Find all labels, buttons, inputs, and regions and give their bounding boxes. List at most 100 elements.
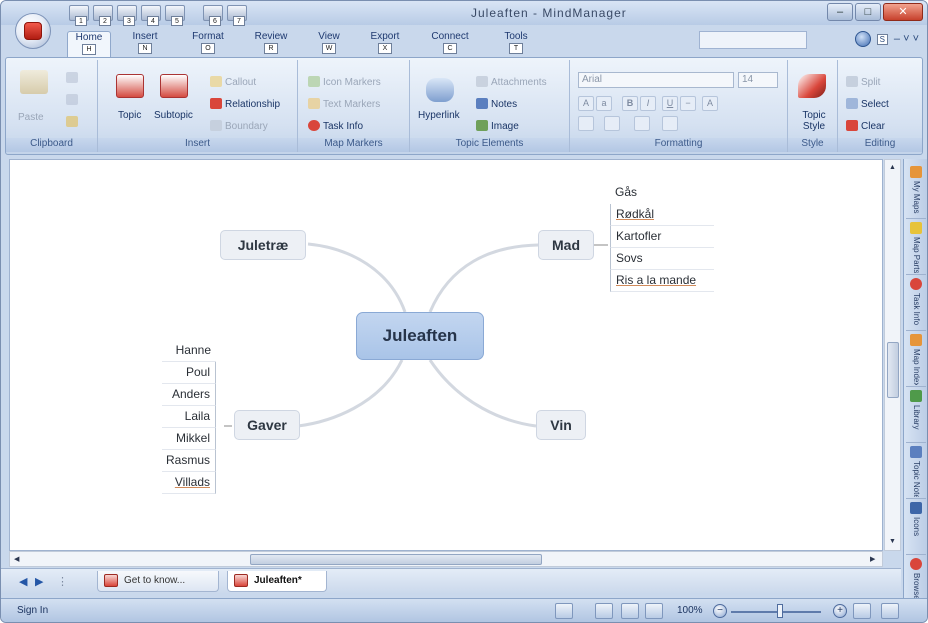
subtopic-item[interactable]: Laila (162, 406, 216, 428)
vertical-scrollbar[interactable]: ▲ ▼ (884, 159, 901, 551)
italic-icon[interactable]: I (640, 96, 656, 111)
open-icon[interactable]: 3 (117, 5, 137, 26)
side-tab-map-parts[interactable]: Map Parts (906, 219, 926, 275)
strikethrough-icon[interactable]: − (680, 96, 696, 111)
ribbon-search-box[interactable] (699, 31, 807, 49)
minimize-button[interactable]: – (827, 3, 853, 21)
side-tab-map-index[interactable]: Map Index (906, 331, 926, 387)
horizontal-scrollbar[interactable]: ◀ ▶ (9, 551, 883, 567)
tab-insert[interactable]: Insert N (125, 31, 165, 57)
topic-gaver[interactable]: Gaver (234, 410, 300, 440)
copy-icon[interactable] (66, 94, 78, 105)
zoom-out-icon[interactable]: − (713, 604, 727, 618)
subtopic-item[interactable]: Hanne (162, 340, 216, 362)
topic-juletrae[interactable]: Juletræ (220, 230, 306, 260)
bold-icon[interactable]: B (622, 96, 638, 111)
font-color-icon[interactable]: A (702, 96, 718, 111)
undo-icon[interactable]: 5 (165, 5, 185, 26)
close-button[interactable]: ✕ (883, 3, 923, 21)
topic-button[interactable]: Topic (118, 110, 141, 121)
forward-arrow-icon[interactable]: ▶ (35, 575, 43, 588)
help-icon[interactable] (854, 31, 871, 47)
shape-icon[interactable] (662, 116, 678, 131)
sign-in-button[interactable]: Sign In (17, 605, 48, 616)
split-button[interactable]: Split (846, 76, 880, 88)
side-tab-my-maps[interactable]: My Maps (906, 163, 926, 219)
customize-icon[interactable]: 7 (227, 5, 247, 26)
central-topic[interactable]: Juleaften (356, 312, 484, 360)
tab-view[interactable]: View W (311, 31, 347, 57)
side-tab-task-info[interactable]: Task Info (906, 275, 926, 331)
underline-icon[interactable]: U (662, 96, 678, 111)
new-map-icon[interactable]: 2 (93, 5, 113, 26)
doc-tab-get-to-know[interactable]: Get to know... (97, 571, 219, 592)
format-painter-icon[interactable] (66, 116, 78, 127)
tab-list-icon[interactable]: ⋮ (57, 575, 68, 588)
subtopic-item[interactable]: Mikkel (162, 428, 216, 450)
cut-icon[interactable] (66, 72, 78, 83)
subtopic-item[interactable]: Rasmus (162, 450, 216, 472)
tab-home[interactable]: Home H (67, 31, 111, 57)
application-button[interactable] (15, 13, 51, 49)
side-tab-library[interactable]: Library (906, 387, 926, 443)
font-size-select[interactable]: 14 (738, 72, 778, 88)
redo-icon[interactable]: 6 (203, 5, 223, 26)
tab-connect[interactable]: Connect C (425, 31, 475, 57)
topic-style-button[interactable]: Topic Style (794, 110, 834, 132)
tab-format[interactable]: Format O (185, 31, 231, 57)
notes-button[interactable]: Notes (476, 98, 517, 110)
clear-button[interactable]: Clear (846, 120, 885, 132)
boundary-button[interactable]: Boundary (210, 120, 268, 132)
maximize-button[interactable]: □ (855, 3, 881, 21)
topic-mad[interactable]: Mad (538, 230, 594, 260)
icon-markers-button[interactable]: Icon Markers (308, 76, 381, 88)
subtopic-item[interactable]: Anders (162, 384, 216, 406)
scroll-right-icon[interactable]: ▶ (870, 555, 875, 563)
subtopic-button[interactable]: Subtopic (154, 110, 193, 121)
paste-button[interactable]: Paste (18, 112, 44, 123)
fill-color-icon[interactable] (578, 116, 594, 131)
save-icon[interactable]: 1 (69, 5, 89, 26)
layout-icon[interactable] (595, 603, 613, 619)
text-markers-button[interactable]: Text Markers (308, 98, 380, 110)
print-icon[interactable]: 4 (141, 5, 161, 26)
side-tab-topic-notes[interactable]: Topic Notes (906, 443, 926, 499)
align-icon[interactable] (634, 116, 650, 131)
shrink-font-icon[interactable]: a (596, 96, 612, 111)
task-info-button[interactable]: Task Info (308, 120, 363, 132)
tab-tools[interactable]: Tools T (497, 31, 535, 57)
grow-font-icon[interactable]: A (578, 96, 594, 111)
select-button[interactable]: Select (846, 98, 889, 110)
line-color-icon[interactable] (604, 116, 620, 131)
map-canvas[interactable]: Juleaften Juletræ Mad Gaver Vin Gås Rødk… (9, 159, 883, 551)
topic-vin[interactable]: Vin (536, 410, 586, 440)
subtopic-item[interactable]: Ris a la mande (610, 270, 714, 292)
zoom-in-icon[interactable]: + (833, 604, 847, 618)
callout-button[interactable]: Callout (210, 76, 256, 88)
ribbon-minimize-icon[interactable]: – ˅ ˅ (894, 33, 919, 45)
subtopic-item[interactable]: Rødkål (610, 204, 714, 226)
fit-map-icon[interactable] (621, 603, 639, 619)
hyperlink-button[interactable]: Hyperlink (418, 110, 460, 121)
relationship-button[interactable]: Relationship (210, 98, 280, 110)
full-screen-icon[interactable] (881, 603, 899, 619)
scroll-up-icon[interactable]: ▲ (889, 164, 896, 171)
image-button[interactable]: Image (476, 120, 519, 132)
attachments-button[interactable]: Attachments (476, 76, 547, 88)
zoom-fit-icon[interactable] (853, 603, 871, 619)
tab-export[interactable]: Export X (365, 31, 405, 57)
subtopic-item[interactable]: Villads (162, 472, 216, 494)
zoom-slider-thumb[interactable] (777, 604, 783, 618)
filter-icon[interactable] (555, 603, 573, 619)
scroll-left-icon[interactable]: ◀ (14, 555, 19, 563)
vertical-scroll-thumb[interactable] (887, 342, 899, 398)
side-tab-icons[interactable]: Icons (906, 499, 926, 555)
zoom-slider[interactable] (731, 611, 821, 613)
subtopic-item[interactable]: Kartofler (610, 226, 714, 248)
subtopic-item[interactable]: Gås (610, 182, 714, 204)
tab-review[interactable]: Review R (249, 31, 293, 57)
back-arrow-icon[interactable]: ◀ (19, 575, 27, 588)
horizontal-scroll-thumb[interactable] (250, 554, 542, 565)
font-family-select[interactable]: Arial (578, 72, 734, 88)
subtopic-item[interactable]: Sovs (610, 248, 714, 270)
